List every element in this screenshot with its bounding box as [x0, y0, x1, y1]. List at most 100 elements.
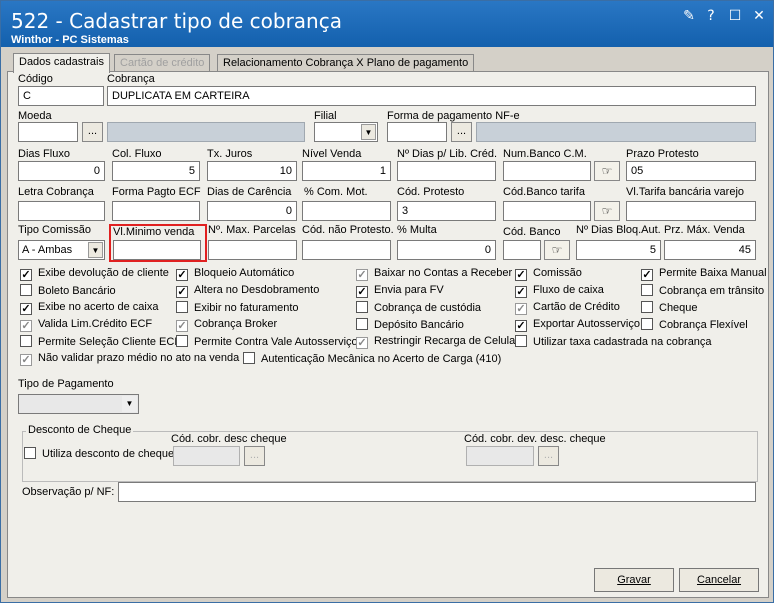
option-checkbox[interactable]: ✓ Permite Baixa Manual — [641, 267, 767, 282]
dias-carencia-label: Dias de Carência — [207, 186, 292, 198]
option-checkbox[interactable]: ✓ Cartão de Crédito — [515, 301, 620, 316]
letra-cobranca-label: Letra Cobrança — [18, 186, 94, 198]
option-checkbox[interactable]: ✓ Bloqueio Automático — [176, 267, 294, 282]
cancelar-button[interactable]: Cancelar — [679, 568, 759, 592]
filial-select[interactable]: ▼ — [314, 122, 378, 142]
multa-label: % Multa — [397, 224, 437, 236]
vl-tarifa-label: Vl.Tarifa bancária varejo — [626, 186, 745, 198]
option-checkbox[interactable]: Autenticação Mecânica no Acerto de Carga… — [243, 352, 501, 367]
chevron-down-icon: ▼ — [361, 124, 376, 140]
multa-input[interactable]: 0 — [397, 240, 496, 260]
option-checkbox[interactable]: Permite Seleção Cliente ECF — [20, 335, 181, 350]
num-banco-cm-input[interactable] — [503, 161, 591, 181]
nivel-venda-input[interactable]: 1 — [302, 161, 391, 181]
check-icon: ✓ — [515, 303, 527, 315]
gravar-button[interactable]: Gravar — [594, 568, 674, 592]
cod-nao-protesto-input[interactable] — [302, 240, 391, 260]
forma-pagamento-nfe-input[interactable] — [387, 122, 447, 142]
moeda-search-button[interactable]: ... — [82, 122, 103, 142]
option-checkbox[interactable]: ✓ Não validar prazo médio no ato na venda — [20, 352, 239, 367]
option-checkbox[interactable]: Cheque — [641, 301, 698, 316]
maximize-icon[interactable]: ☐ — [727, 8, 743, 24]
vl-minimo-venda-input[interactable] — [113, 240, 201, 260]
tipo-comissao-select[interactable]: A - Ambas ▼ — [18, 240, 105, 260]
option-checkbox[interactable]: ✓ Altera no Desdobramento — [176, 284, 319, 299]
option-checkbox[interactable]: Cobrança em trânsito — [641, 284, 764, 299]
option-checkbox[interactable]: ✓ Exibe devolução de cliente — [20, 267, 169, 282]
option-checkbox[interactable]: ✓ Baixar no Contas a Receber — [356, 267, 512, 282]
option-checkbox[interactable]: ✓ Exibe no acerto de caixa — [20, 301, 158, 316]
option-checkbox[interactable]: Cobrança Flexível — [641, 318, 748, 333]
cod-dev-search-button[interactable]: ... — [538, 446, 559, 466]
hand-pointer-icon[interactable]: ☞ — [594, 161, 620, 181]
option-checkbox[interactable]: ✓ Valida Lim.Crédito ECF — [20, 318, 152, 333]
option-checkbox[interactable]: ✓ Restringir Recarga de Celular — [356, 335, 519, 350]
prazo-protesto-input[interactable]: 05 — [626, 161, 756, 181]
forma-pagto-ecf-input[interactable] — [112, 201, 200, 221]
cod-protesto-input[interactable]: 3 — [397, 201, 496, 221]
hand-pointer-icon[interactable]: ☞ — [544, 240, 570, 260]
option-checkbox[interactable]: ✓ Fluxo de caixa — [515, 284, 604, 299]
check-icon: ✓ — [20, 354, 32, 366]
cod-desc-search-button[interactable]: ... — [244, 446, 265, 466]
dias-lib-cred-input[interactable] — [397, 161, 496, 181]
tipo-comissao-value: A - Ambas — [22, 244, 73, 256]
tipo-pagamento-select[interactable]: ▼ — [18, 394, 139, 414]
cobranca-input[interactable]: DUPLICATA EM CARTEIRA — [107, 86, 756, 106]
col-fluxo-input[interactable]: 5 — [112, 161, 200, 181]
cod-banco-tarifa-input[interactable] — [503, 201, 591, 221]
option-checkbox[interactable]: ✓ Comissão — [515, 267, 582, 282]
cod-banco-tarifa-label: Cód.Banco tarifa — [503, 186, 585, 198]
tab-dados-cadastrais[interactable]: Dados cadastrais — [13, 53, 110, 73]
option-checkbox[interactable]: Depósito Bancário — [356, 318, 464, 333]
utiliza-desconto-checkbox[interactable]: Utiliza desconto de cheque — [24, 447, 174, 462]
max-parcelas-input[interactable] — [208, 240, 297, 260]
tab-cartao-credito[interactable]: Cartão de crédito — [114, 54, 211, 72]
checkbox-box — [356, 318, 368, 330]
option-checkbox-label: Envia para FV — [374, 284, 444, 296]
dias-bloq-aut-label: Nº Dias Bloq.Aut. — [576, 224, 661, 236]
edit-icon[interactable]: ✎ — [681, 8, 697, 24]
cod-dev-input[interactable] — [466, 446, 534, 466]
vl-tarifa-input[interactable] — [626, 201, 756, 221]
check-icon: ✓ — [176, 320, 188, 332]
option-checkbox-label: Depósito Bancário — [374, 319, 464, 331]
com-mot-label: % Com. Mot. — [304, 186, 368, 198]
option-checkbox[interactable]: ✓ Exportar Autosserviço — [515, 318, 640, 333]
option-checkbox[interactable]: Exibir no faturamento — [176, 301, 299, 316]
cod-banco-input[interactable] — [503, 240, 541, 260]
check-icon: ✓ — [515, 320, 527, 332]
max-parcelas-label: Nº. Max. Parcelas — [208, 224, 296, 236]
help-icon[interactable]: ? — [703, 8, 719, 24]
cod-desc-input[interactable] — [173, 446, 240, 466]
option-checkbox[interactable]: Utilizar taxa cadastrada na cobrança — [515, 335, 712, 350]
dias-carencia-input[interactable]: 0 — [207, 201, 297, 221]
hand-pointer-icon[interactable]: ☞ — [594, 201, 620, 221]
utiliza-desconto-label: Utiliza desconto de cheque — [42, 448, 175, 460]
option-checkbox-label: Comissão — [533, 267, 582, 279]
letra-cobranca-input[interactable] — [18, 201, 105, 221]
observacao-input[interactable] — [118, 482, 756, 502]
option-checkbox-label: Autenticação Mecânica no Acerto de Carga… — [261, 353, 502, 365]
check-icon: ✓ — [641, 269, 653, 281]
codigo-input[interactable]: C — [18, 86, 104, 106]
option-checkbox-label: Permite Seleção Cliente ECF — [38, 336, 182, 348]
tab-relacionamento[interactable]: Relacionamento Cobrança X Plano de pagam… — [217, 54, 475, 72]
option-checkbox[interactable]: Cobrança de custódia — [356, 301, 481, 316]
option-checkbox[interactable]: ✓ Cobrança Broker — [176, 318, 277, 333]
option-checkbox[interactable]: ✓ Envia para FV — [356, 284, 444, 299]
check-icon: ✓ — [356, 337, 368, 349]
desconto-cheque-title: Desconto de Cheque — [26, 424, 134, 436]
prz-max-venda-input[interactable]: 45 — [664, 240, 756, 260]
close-icon[interactable]: ✕ — [751, 8, 767, 24]
dias-fluxo-input[interactable]: 0 — [18, 161, 105, 181]
option-checkbox[interactable]: Permite Contra Vale Autosserviço — [176, 335, 358, 350]
com-mot-input[interactable] — [302, 201, 391, 221]
tx-juros-input[interactable]: 10 — [207, 161, 297, 181]
forma-pagamento-search-button[interactable]: ... — [451, 122, 472, 142]
option-checkbox-label: Baixar no Contas a Receber — [374, 267, 513, 279]
dias-bloq-aut-input[interactable]: 5 — [576, 240, 661, 260]
option-checkbox-label: Exportar Autosserviço — [533, 318, 640, 330]
moeda-input[interactable] — [18, 122, 78, 142]
option-checkbox[interactable]: Boleto Bancário — [20, 284, 116, 299]
